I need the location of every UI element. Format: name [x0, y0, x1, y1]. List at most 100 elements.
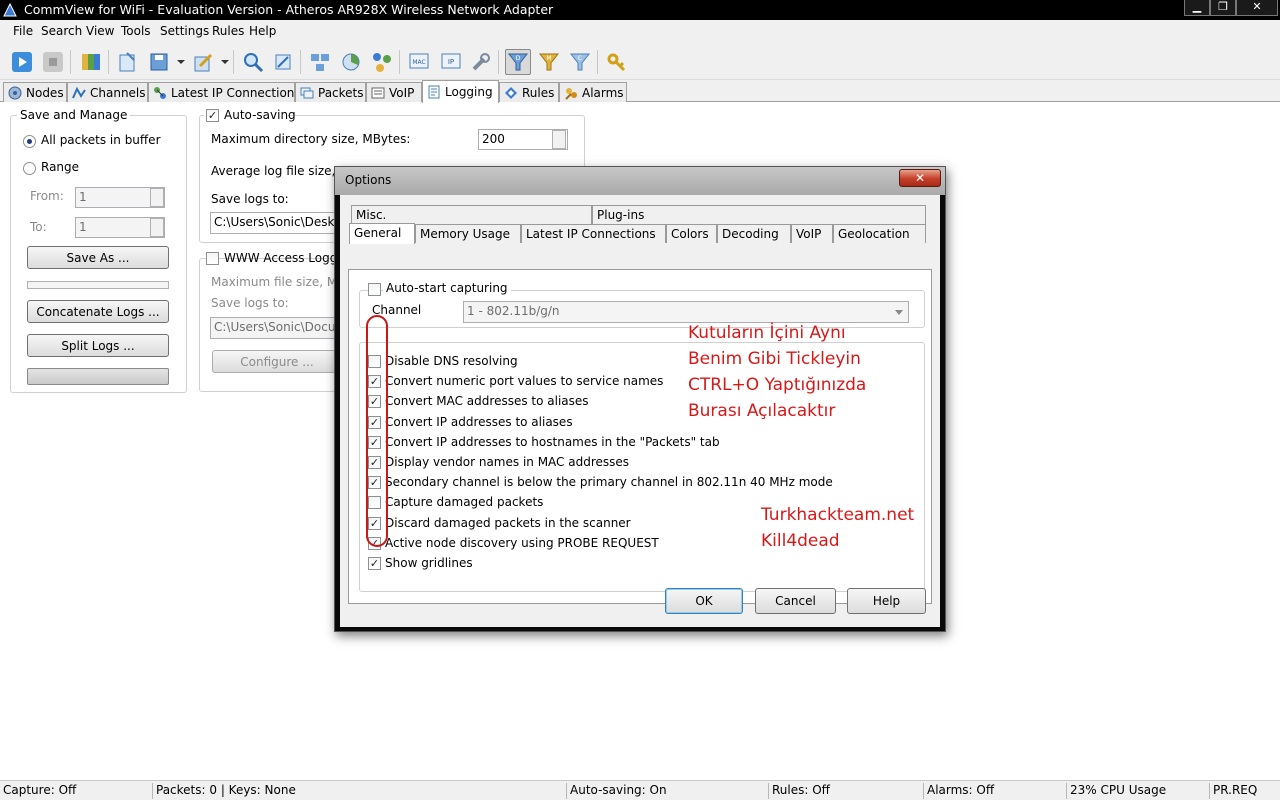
status-auto-saving: Auto-saving: On: [570, 783, 667, 797]
start-capture-button[interactable]: [9, 49, 35, 75]
option-row[interactable]: ✓ Convert MAC addresses to aliases: [368, 393, 589, 409]
www-logging-checkbox[interactable]: [206, 252, 219, 265]
save-logs-path-field[interactable]: C:\Users\Sonic\Desktop: [210, 212, 340, 234]
menu-view[interactable]: View: [86, 24, 114, 38]
find-packet-icon: [275, 54, 291, 70]
menu-settings[interactable]: Settings: [160, 24, 209, 38]
auto-start-checkbox[interactable]: [368, 283, 381, 296]
data-filter-button[interactable]: D: [505, 49, 531, 75]
tab-rules-label: Rules: [522, 85, 555, 100]
tab-general[interactable]: General: [349, 223, 415, 244]
tab-plug-ins[interactable]: Plug-ins: [592, 205, 926, 224]
tab-rules[interactable]: Rules: [499, 82, 559, 102]
split-logs-button[interactable]: Split Logs ...: [27, 334, 169, 357]
dialog-close-button[interactable]: ✕: [899, 169, 941, 187]
save-as-button[interactable]: Save As ...: [27, 246, 169, 269]
tab-colors[interactable]: Colors: [666, 224, 717, 243]
concatenate-logs-button[interactable]: Concatenate Logs ...: [27, 300, 169, 323]
open-map-button[interactable]: [78, 49, 104, 75]
option-row[interactable]: Capture damaged packets: [368, 494, 543, 510]
menu-rules[interactable]: Rules: [212, 24, 244, 38]
max-dir-spinner[interactable]: [552, 130, 566, 149]
minimize-button[interactable]: ▁: [1184, 0, 1210, 16]
tab-logging[interactable]: Logging: [422, 80, 499, 103]
help-button[interactable]: Help: [847, 588, 926, 614]
toolbar-separator: [300, 50, 301, 74]
management-filter-button[interactable]: M: [536, 49, 562, 75]
nodes-button[interactable]: [369, 49, 395, 75]
range-radio[interactable]: [23, 162, 36, 175]
option-row[interactable]: ✓ Active node discovery using PROBE REQUE…: [368, 535, 659, 551]
edit-dropdown-arrow[interactable]: [221, 60, 229, 64]
tab-channels[interactable]: Channels: [67, 82, 148, 102]
tab-memory-usage[interactable]: Memory Usage: [415, 224, 521, 243]
cancel-button[interactable]: Cancel: [755, 588, 836, 614]
option-label: Display vendor names in MAC addresses: [385, 455, 630, 469]
option-row[interactable]: ✓ Discard damaged packets in the scanner: [368, 515, 631, 531]
menu-bar: File Search View Tools Settings Rules He…: [0, 20, 1280, 42]
save-log-button[interactable]: [146, 49, 172, 75]
options-button[interactable]: [468, 49, 494, 75]
tab-logging-label: Logging: [445, 85, 493, 99]
status-capture: Capture: Off: [3, 783, 77, 797]
dialog-title: Options: [345, 173, 392, 187]
stop-capture-button[interactable]: [40, 49, 66, 75]
mac-aliases-button[interactable]: MAC: [406, 49, 432, 75]
ip-aliases-button[interactable]: IP: [438, 49, 464, 75]
option-row[interactable]: ✓ Display vendor names in MAC addresses: [368, 454, 629, 470]
tab-voip-options[interactable]: VoIP: [791, 224, 833, 243]
node-reassembly-button[interactable]: [307, 49, 333, 75]
option-row[interactable]: ✓ Show gridlines: [368, 555, 473, 571]
menu-tools[interactable]: Tools: [121, 24, 151, 38]
tab-channels-label: Channels: [90, 85, 146, 100]
edit-button[interactable]: [190, 49, 216, 75]
option-row[interactable]: ✓ Convert IP addresses to hostnames in th…: [368, 434, 720, 450]
tab-packets[interactable]: Packets: [295, 82, 366, 102]
main-tab-bar: Nodes Channels Latest IP Connections Pac…: [0, 80, 1280, 103]
menu-file[interactable]: File: [13, 24, 33, 38]
search-button[interactable]: [240, 49, 266, 75]
tab-latest-ip-connections-options[interactable]: Latest IP Connections: [521, 224, 666, 243]
option-checkbox[interactable]: ✓: [368, 556, 381, 570]
filter-data-icon: D: [507, 53, 529, 71]
status-separator: [566, 783, 567, 799]
stop-icon: [43, 52, 63, 72]
option-row[interactable]: ✓ Convert numeric port values to service …: [368, 373, 663, 389]
tab-misc[interactable]: Misc.: [351, 205, 592, 224]
option-row[interactable]: ✓ Secondary channel is below the primary …: [368, 474, 833, 490]
option-label: Discard damaged packets in the scanner: [385, 516, 631, 530]
channel-select[interactable]: 1 - 802.11b/g/n: [463, 301, 909, 323]
tab-voip[interactable]: VoIP: [366, 82, 422, 102]
to-label: To:: [30, 220, 47, 234]
control-filter-button[interactable]: C: [567, 49, 593, 75]
find-packet-button[interactable]: [270, 49, 296, 75]
wep-keys-button[interactable]: [604, 49, 630, 75]
tab-latest-ip-connections[interactable]: Latest IP Connections: [148, 82, 301, 102]
option-row[interactable]: ✓ Convert IP addresses to aliases: [368, 414, 573, 430]
auto-saving-checkbox[interactable]: ✓: [206, 109, 219, 122]
filter-control-icon: C: [569, 53, 591, 71]
menu-search[interactable]: Search: [41, 24, 82, 38]
option-row[interactable]: Disable DNS resolving: [368, 353, 518, 369]
to-spinner[interactable]: [150, 218, 164, 237]
option-label: Convert IP addresses to aliases: [385, 415, 573, 429]
maximize-button[interactable]: ❐: [1210, 0, 1236, 16]
statistics-button[interactable]: [338, 49, 364, 75]
menu-help[interactable]: Help: [249, 24, 276, 38]
ok-button[interactable]: OK: [665, 588, 743, 614]
filter-management-icon: M: [538, 53, 560, 71]
tab-alarms-label: Alarms: [582, 85, 624, 100]
www-save-logs-path-field[interactable]: C:\Users\Sonic\Documents: [210, 317, 340, 339]
mac-alias-icon: MAC: [409, 53, 429, 69]
tab-decoding[interactable]: Decoding: [717, 224, 791, 243]
play-icon: [12, 52, 32, 72]
close-button[interactable]: ✕: [1236, 0, 1278, 16]
save-dropdown-arrow[interactable]: [177, 60, 185, 64]
tab-geolocation[interactable]: Geolocation: [833, 224, 926, 243]
all-packets-radio[interactable]: [23, 135, 36, 148]
from-spinner[interactable]: [150, 188, 164, 207]
open-log-button[interactable]: [115, 49, 141, 75]
tab-alarms[interactable]: Alarms: [559, 82, 627, 102]
tab-nodes[interactable]: Nodes: [3, 82, 67, 102]
configure-button[interactable]: Configure ...: [212, 350, 342, 373]
